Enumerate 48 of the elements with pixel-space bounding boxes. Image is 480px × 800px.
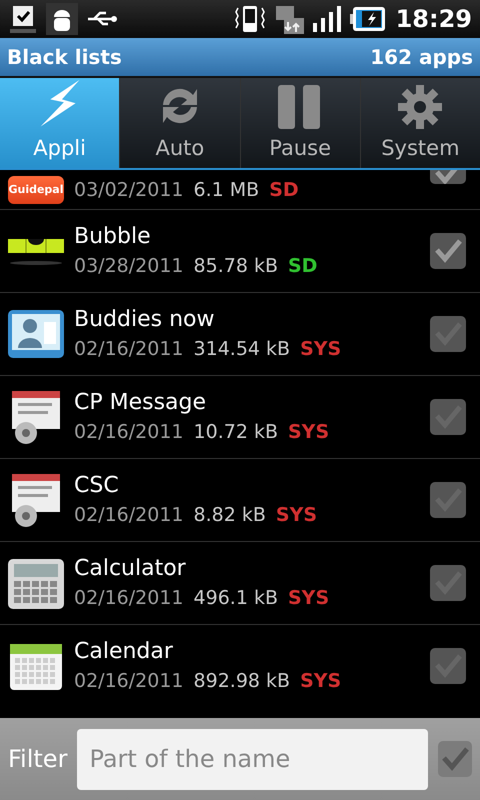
app-size: 8.82 kB <box>194 503 266 528</box>
app-name: Calendar <box>74 638 174 666</box>
app-name: CP Message <box>74 389 208 417</box>
install-date: 03/02/2011 <box>74 178 184 203</box>
checkbox[interactable] <box>438 741 472 777</box>
install-date: 03/28/2011 <box>74 254 184 279</box>
storage-tag: SD <box>269 176 299 204</box>
storage-tag: SYS <box>276 501 318 529</box>
install-date: 02/16/2011 <box>74 420 184 445</box>
tab[interactable]: System <box>360 78 480 168</box>
clock-time: 18:29 <box>396 4 472 35</box>
storage-tag: SYS <box>288 418 330 446</box>
install-date: 02/16/2011 <box>74 503 184 528</box>
checkbox[interactable] <box>430 233 466 269</box>
pause-icon <box>278 84 322 128</box>
app-size: 6.1 MB <box>194 178 260 203</box>
checkmark-icon <box>440 746 470 772</box>
app-count: 162 apps <box>370 44 473 71</box>
app-name: CSC <box>74 472 120 500</box>
app-icon: Guidepal <box>8 176 64 204</box>
storage-tag: SYS <box>288 584 330 612</box>
filter-label: Filter <box>8 744 68 775</box>
storage-tag: SD <box>288 252 318 280</box>
app-name: Bubble <box>74 223 152 251</box>
install-date: 02/16/2011 <box>74 586 184 611</box>
tab[interactable]: Auto <box>119 78 240 168</box>
checkmark-icon <box>433 238 463 264</box>
hspa-data-icon <box>276 4 304 34</box>
signal-icon <box>312 5 342 33</box>
download-done-icon <box>8 4 38 34</box>
app-size: 85.78 kB <box>194 254 278 279</box>
app-name: Buddies now <box>74 306 216 334</box>
screen-title: Black lists <box>7 44 122 71</box>
app-size: 10.72 kB <box>194 420 278 445</box>
install-date: 02/16/2011 <box>74 337 184 362</box>
app-name: Calculator <box>74 555 187 583</box>
spirit-level-icon <box>6 236 66 266</box>
checkbox[interactable] <box>430 170 466 184</box>
app-size: 314.54 kB <box>194 337 290 362</box>
install-date: 02/16/2011 <box>74 669 184 694</box>
filter-field[interactable]: Part of the name <box>77 728 428 790</box>
app-size: 496.1 kB <box>194 586 278 611</box>
storage-tag: SYS <box>300 667 342 695</box>
battery-charging-icon <box>350 6 386 32</box>
storage-tag: SYS <box>300 335 342 363</box>
settings-icon <box>398 84 442 128</box>
app-size: 892.98 kB <box>194 669 290 694</box>
tab[interactable]: Pause <box>240 78 360 168</box>
